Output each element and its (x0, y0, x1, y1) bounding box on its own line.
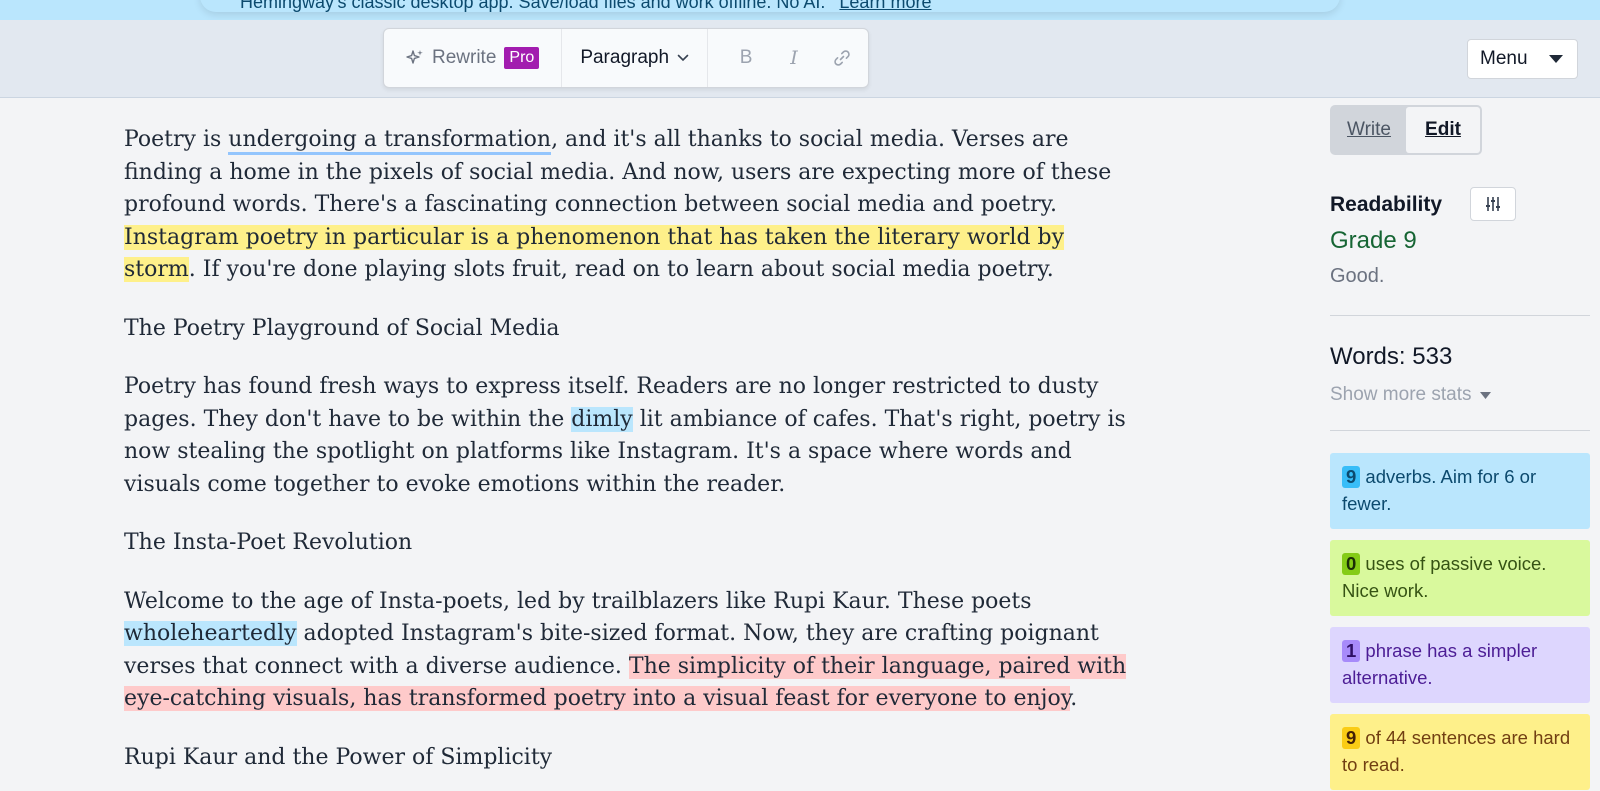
simpler-phrase-text: phrase has a simpler alternative. (1342, 640, 1538, 688)
text-segment: Welcome to the age of Insta-poets, led b… (124, 588, 1032, 614)
readability-header: Readability (1330, 187, 1590, 223)
simpler-phrase-count: 1 (1342, 640, 1361, 662)
caret-down-icon (1479, 391, 1491, 399)
passive-voice-text: uses of passive voice. Nice work. (1342, 553, 1547, 601)
paragraph-insta-poets: Welcome to the age of Insta-poets, led b… (124, 586, 1134, 716)
toolbar-bar: Rewrite Pro Paragraph B I Menu (0, 20, 1600, 98)
hard-sentences-card: 9 of 44 sentences are hard to read. (1330, 714, 1590, 790)
adverbs-card: 9 adverbs. Aim for 6 or fewer. (1330, 453, 1590, 529)
passive-voice-count: 0 (1342, 553, 1361, 575)
text-segment: Poetry is (124, 127, 229, 152)
editor-content[interactable]: Poetry is undergoing a transformation, a… (124, 124, 1134, 791)
menu-button[interactable]: Menu (1467, 39, 1578, 79)
heading-rupi-kaur: Rupi Kaur and the Power of Simplicity (124, 744, 553, 770)
top-banner: Hemingway's classic desktop app. Save/lo… (0, 0, 1600, 20)
bold-button[interactable]: B (722, 29, 770, 87)
paragraph-label: Paragraph (580, 47, 670, 68)
mode-toggle: Write Edit (1330, 105, 1482, 155)
divider (1330, 430, 1590, 431)
adverbs-text: adverbs. Aim for 6 or fewer. (1342, 466, 1537, 514)
highlight-adverb[interactable]: wholeheartedly (124, 621, 297, 646)
sliders-icon (1486, 197, 1500, 211)
show-more-stats-label: Show more stats (1330, 384, 1472, 405)
link-button[interactable] (818, 29, 866, 87)
paragraph-dropdown[interactable]: Paragraph (562, 29, 709, 87)
format-toolbar: Rewrite Pro Paragraph B I (383, 28, 869, 88)
stats-sidebar: Write Edit Readability Grade 9 Good. Wor… (1330, 105, 1590, 790)
adverbs-count: 9 (1342, 466, 1361, 488)
readability-settings-button[interactable] (1470, 187, 1516, 221)
word-count: Words: 533 (1330, 343, 1453, 370)
simpler-phrase-card: 1 phrase has a simpler alternative. (1330, 627, 1590, 703)
chevron-down-icon (677, 54, 689, 62)
heading-insta-poet: The Insta-Poet Revolution (124, 530, 413, 555)
edit-mode-button[interactable]: Edit (1406, 107, 1480, 153)
highlight-weakened-phrase[interactable]: undergoing a transformation (228, 127, 552, 155)
banner-content: Hemingway's classic desktop app. Save/lo… (200, 0, 1340, 12)
paragraph-intro: Poetry is undergoing a transformation, a… (124, 124, 1134, 287)
show-more-stats-toggle[interactable]: Show more stats (1330, 384, 1491, 406)
rewrite-label: Rewrite (432, 47, 497, 68)
grade-description: Good. (1330, 265, 1385, 287)
pro-badge: Pro (504, 47, 540, 69)
paragraph-fresh-ways: Poetry has found fresh ways to express i… (124, 371, 1134, 501)
menu-label: Menu (1480, 48, 1528, 69)
link-icon (834, 50, 850, 66)
hard-sentences-text: of 44 sentences are hard to read. (1342, 727, 1571, 775)
banner-text: Hemingway's classic desktop app. Save/lo… (240, 0, 826, 12)
write-mode-button[interactable]: Write (1332, 107, 1406, 153)
sparkle-icon (406, 50, 423, 64)
readability-title: Readability (1330, 193, 1443, 216)
banner-learn-more-link[interactable]: Learn more (839, 0, 931, 12)
heading-poetry-playground: The Poetry Playground of Social Media (124, 315, 560, 341)
text-segment: . If you're done playing slots fruit, re… (188, 257, 1054, 282)
divider (1330, 315, 1590, 316)
grade-level: Grade 9 (1330, 227, 1417, 254)
italic-button[interactable]: I (770, 29, 818, 87)
passive-voice-card: 0 uses of passive voice. Nice work. (1330, 540, 1590, 616)
rewrite-button[interactable]: Rewrite Pro (384, 29, 563, 87)
text-segment: . (1070, 686, 1078, 711)
format-buttons: B I (708, 29, 866, 87)
highlight-adverb[interactable]: dimly (571, 406, 633, 432)
hard-sentences-count: 9 (1342, 727, 1361, 749)
caret-down-icon (1549, 55, 1563, 63)
